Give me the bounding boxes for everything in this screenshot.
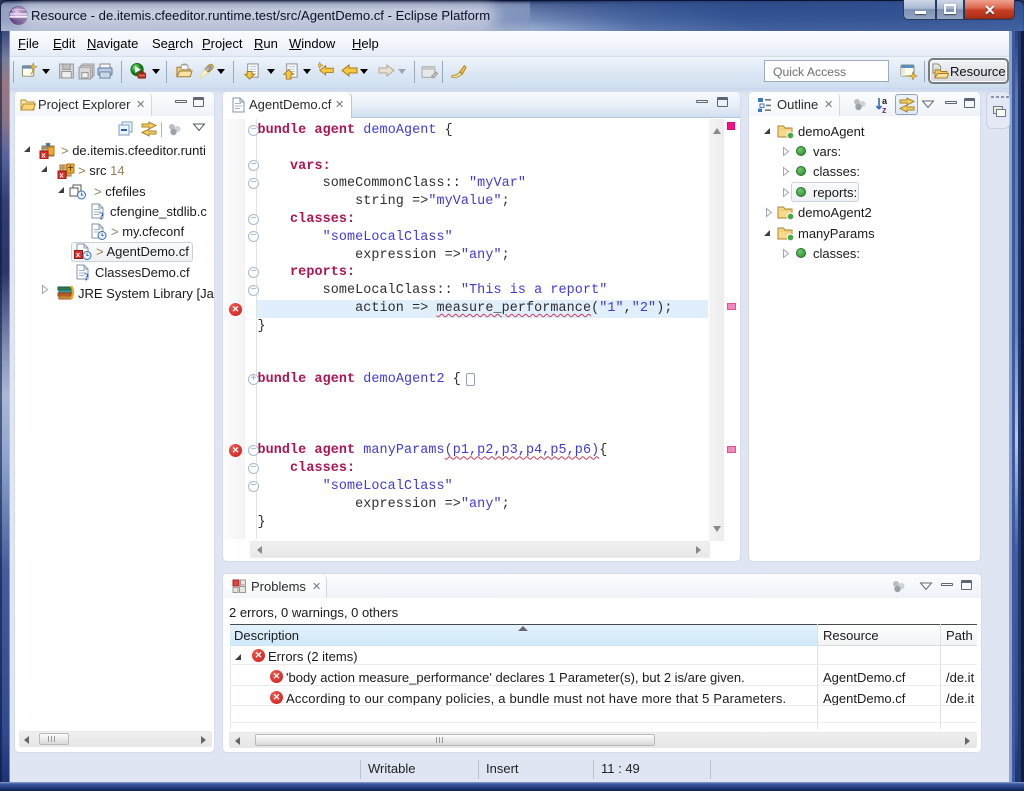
svg-text:?: ?	[99, 212, 104, 221]
svg-text:?: ?	[84, 273, 89, 282]
svg-text:z: z	[882, 105, 887, 114]
